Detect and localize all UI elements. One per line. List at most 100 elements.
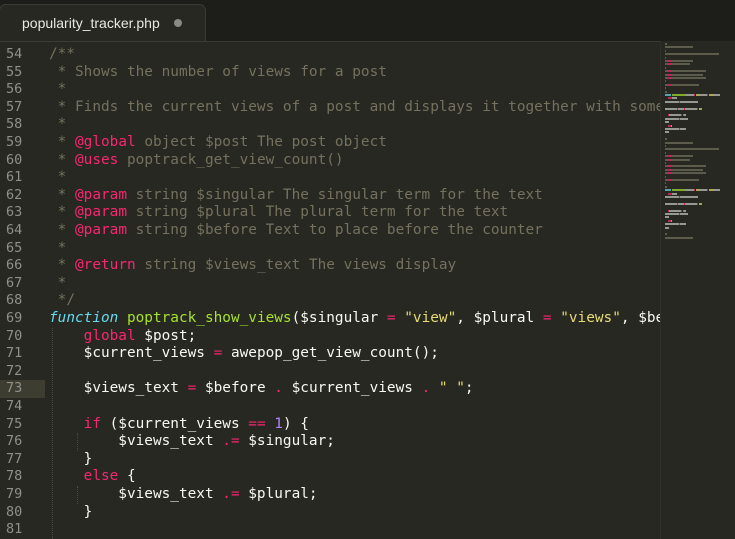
code-line[interactable]: 77 } [0, 451, 660, 469]
code-line[interactable]: 57 * Finds the current views of a post a… [0, 99, 660, 117]
code-token: function [49, 310, 119, 326]
code-line[interactable]: 73 $views_text = $before . $current_view… [0, 380, 660, 398]
minimap-line [665, 49, 666, 52]
indent-guide [77, 486, 79, 504]
minimap-line [707, 94, 708, 96]
minimap-line [714, 189, 720, 192]
code-line[interactable]: 71 $current_views = awepop_get_view_coun… [0, 345, 660, 363]
code-line[interactable]: 58 * [0, 116, 660, 134]
minimap-line [714, 94, 720, 96]
code-line[interactable]: 64 * @param string $before Text to place… [0, 222, 660, 240]
code-line[interactable]: 80 } [0, 504, 660, 522]
code-line[interactable]: 79 $views_text .= $plural; [0, 486, 660, 504]
minimap-line [700, 94, 707, 96]
code-token: ($current_views [100, 415, 249, 432]
code-line[interactable]: 69 function poptrack_show_views($singular… [0, 310, 660, 328]
minimap-line [665, 216, 669, 219]
code-token: * [49, 186, 75, 203]
file-tab[interactable]: popularity_tracker.php [0, 5, 205, 41]
minimap-line [680, 213, 688, 215]
line-number: 61 [6, 169, 23, 186]
code-line[interactable]: 67 * [0, 275, 660, 293]
minimap-line [672, 83, 699, 86]
code-line[interactable]: 76 $views_text .= $singular; [0, 433, 660, 451]
minimap-line [681, 114, 682, 117]
code-token: , $before [620, 310, 660, 326]
code-token: * [49, 151, 75, 168]
minimap-line [665, 141, 693, 144]
minimap-line [665, 148, 719, 151]
minimap[interactable] [660, 41, 735, 539]
code-token: /** [49, 46, 75, 62]
code-line[interactable]: 55 * Shows the number of views for a pos… [0, 64, 660, 82]
code-line[interactable]: 65 * [0, 240, 660, 258]
code-text: * [49, 81, 67, 99]
minimap-line [680, 196, 698, 198]
code-token: . [274, 380, 283, 397]
code-token: * [49, 274, 67, 291]
minimap-line [665, 94, 671, 96]
code-token: $singular; [239, 433, 335, 450]
line-number: 70 [6, 327, 23, 344]
code-token: = [386, 310, 396, 326]
minimap-line [665, 226, 669, 229]
line-number: 72 [6, 362, 23, 379]
unsaved-dot-icon[interactable] [173, 19, 182, 27]
code-line[interactable]: 75 if ($current_views == 1) { [0, 416, 660, 434]
code-line[interactable]: 54 /** [0, 46, 660, 64]
code-token: $views_text [49, 486, 223, 502]
minimap-line [665, 185, 667, 188]
minimap-line [671, 124, 672, 127]
code-line[interactable]: 66 * @return string $views_text The view… [0, 257, 660, 275]
tab-filename: popularity_tracker.php [22, 15, 160, 31]
code-token: $post; [135, 327, 197, 344]
minimap-line [686, 189, 694, 192]
code-line[interactable]: 61 * [0, 169, 660, 187]
minimap-line [665, 145, 666, 147]
minimap-line [665, 189, 671, 192]
minimap-line [680, 128, 686, 130]
minimap-line [685, 107, 697, 110]
line-number: 81 [6, 521, 23, 538]
code-line[interactable]: 62 * @param string $singular The singula… [0, 187, 660, 205]
code-token: = [213, 345, 223, 362]
code-line[interactable]: 56 * [0, 81, 660, 99]
code-line[interactable]: 63 * @param string $plural The plural te… [0, 204, 660, 222]
minimap-line [665, 66, 666, 69]
line-number: 55 [6, 63, 23, 80]
minimap-line [665, 131, 669, 134]
minimap-line [685, 202, 697, 205]
code-line[interactable]: 70 global $post; [0, 328, 660, 346]
line-number: 74 [6, 398, 23, 414]
line-number: 60 [6, 151, 23, 168]
minimap-line [681, 209, 682, 212]
code-token: * Shows the number of views for a post [49, 63, 387, 80]
code-token: @param [75, 204, 127, 221]
code-token: @return [75, 257, 136, 274]
code-line[interactable]: 72 [0, 363, 660, 381]
minimap-line [665, 56, 666, 59]
minimap-line [680, 117, 688, 120]
minimap-line [665, 151, 666, 154]
code-line[interactable]: 81 [0, 521, 660, 539]
code-line[interactable]: 68 */ [0, 292, 660, 310]
minimap-line [665, 175, 666, 178]
minimap-line [665, 236, 693, 239]
code-editor[interactable]: 54 /** 55 * Shows the number of views for … [0, 41, 660, 539]
code-token: .= [222, 486, 240, 502]
code-token: */ [49, 292, 75, 309]
code-line[interactable]: 60 * @uses poptrack_get_view_count() [0, 152, 660, 170]
code-line[interactable]: 74 [0, 398, 660, 416]
minimap-line [672, 94, 686, 96]
code-line[interactable]: 59 * @global object $post The post objec… [0, 134, 660, 152]
code-token: $current_views [49, 345, 214, 362]
code-line[interactable]: 78 else { [0, 468, 660, 486]
line-number: 79 [6, 486, 23, 502]
code-text: */ [49, 292, 75, 310]
code-text: * Finds the current views of a post and … [49, 99, 660, 117]
code-token: string $plural The plural term for the t… [126, 204, 509, 221]
